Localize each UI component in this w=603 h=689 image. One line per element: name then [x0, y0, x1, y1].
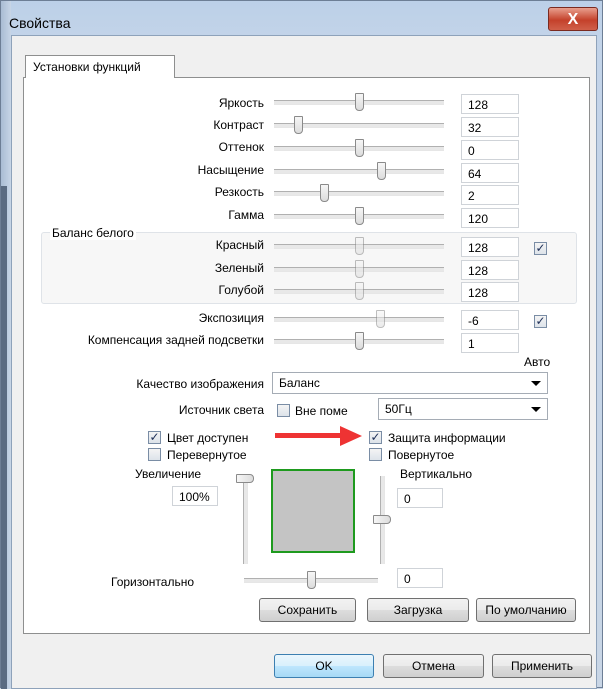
rotate-label: Повернутое [388, 448, 455, 462]
quality-select[interactable]: Баланс [272, 372, 548, 394]
exposure-value: -6 [461, 310, 519, 330]
contrast-value: 32 [461, 117, 519, 137]
outdoor-label: Вне поме [295, 404, 348, 418]
auto-column-label: Авто [524, 355, 551, 369]
hue-value: 0 [461, 140, 519, 160]
vertical-label: Вертикально [400, 467, 473, 481]
light-source-label: Источник света [178, 403, 264, 417]
frequency-select[interactable]: 50Гц [378, 398, 548, 420]
horizontal-value: 0 [397, 568, 443, 588]
frequency-selected-value: 50Гц [385, 402, 412, 416]
vertical-value: 0 [397, 488, 443, 508]
exposure-thumb[interactable] [376, 310, 385, 328]
contrast-thumb[interactable] [294, 116, 303, 134]
ok-button[interactable]: OK [274, 654, 374, 678]
red-thumb[interactable] [355, 237, 364, 255]
check-mark-icon: ✓ [535, 314, 546, 328]
quality-selected-value: Баланс [279, 376, 320, 390]
flip-checkbox[interactable] [148, 448, 161, 461]
horizontal-thumb[interactable] [307, 571, 316, 589]
save-button[interactable]: Сохранить [259, 598, 356, 622]
color-enabled-checkbox[interactable]: ✓ [148, 431, 161, 444]
sharpness-track[interactable] [274, 191, 444, 196]
defaults-button[interactable]: По умолчанию [476, 598, 576, 622]
flip-label: Перевернутое [167, 448, 247, 462]
saturation-thumb[interactable] [377, 162, 386, 180]
red-arrow-shaft [275, 433, 345, 438]
slider-label-brightness: Яркость [218, 96, 264, 110]
protection-label: Защита информации [388, 431, 506, 445]
quality-label: Качество изображения [136, 377, 264, 391]
slider-label-exposure: Экспозиция [198, 311, 264, 325]
slider-label-green: Зеленый [214, 261, 264, 275]
sharpness-value: 2 [461, 185, 519, 205]
check-mark-icon: ✓ [535, 241, 546, 255]
slider-label-blue: Голубой [218, 283, 265, 297]
outdoor-checkbox[interactable] [277, 404, 290, 417]
backlight-value: 1 [461, 333, 519, 353]
red-value: 128 [461, 237, 519, 257]
check-mark-icon: ✓ [149, 430, 160, 444]
white-balance-auto-checkbox[interactable]: ✓ [534, 242, 547, 255]
saturation-value: 64 [461, 163, 519, 183]
slider-label-contrast: Контраст [213, 118, 264, 132]
brightness-value: 128 [461, 94, 519, 114]
load-button[interactable]: Загрузка [367, 598, 469, 622]
check-mark-icon: ✓ [370, 430, 381, 444]
zoom-label: Увеличение [135, 467, 202, 481]
slider-label-sharpness: Резкость [214, 185, 264, 199]
background-window-edge [1, 186, 7, 689]
gamma-thumb[interactable] [355, 207, 364, 225]
blue-thumb[interactable] [355, 282, 364, 300]
zoom-value: 100% [172, 486, 218, 506]
exposure-track[interactable] [274, 317, 444, 322]
sharpness-thumb[interactable] [320, 184, 329, 202]
exposure-auto-checkbox[interactable]: ✓ [534, 315, 547, 328]
brightness-thumb[interactable] [355, 93, 364, 111]
gamma-value: 120 [461, 208, 519, 228]
window-title: Свойства [9, 15, 71, 31]
slider-label-backlight: Компенсация задней подсветки [87, 333, 264, 347]
slider-label-saturation: Насыщение [197, 163, 264, 177]
close-button[interactable]: X [548, 7, 598, 31]
green-thumb[interactable] [355, 260, 364, 278]
zoom-track[interactable] [243, 476, 248, 564]
green-value: 128 [461, 260, 519, 280]
saturation-track[interactable] [274, 169, 444, 174]
slider-label-red: Красный [215, 238, 264, 252]
protection-checkbox[interactable]: ✓ [369, 431, 382, 444]
blue-value: 128 [461, 282, 519, 302]
preview-area [271, 469, 355, 553]
chevron-down-icon [531, 407, 541, 412]
rotate-checkbox[interactable] [369, 448, 382, 461]
tab-function-settings[interactable]: Установки функций [25, 55, 175, 78]
horizontal-label: Горизонтально [111, 575, 195, 589]
zoom-thumb[interactable] [236, 474, 254, 483]
title-bar[interactable]: Свойства X [1, 1, 602, 35]
slider-label-hue: Оттенок [218, 140, 264, 154]
cancel-button[interactable]: Отмена [383, 654, 484, 678]
apply-button[interactable]: Применить [492, 654, 592, 678]
red-arrow-icon [340, 426, 362, 446]
hue-thumb[interactable] [355, 139, 364, 157]
chevron-down-icon [531, 381, 541, 386]
slider-label-gamma: Гамма [228, 208, 264, 222]
white-balance-title: Баланс белого [50, 226, 136, 240]
color-enabled-label: Цвет доступен [167, 431, 249, 445]
backlight-thumb[interactable] [355, 332, 364, 350]
vertical-thumb[interactable] [373, 515, 391, 524]
